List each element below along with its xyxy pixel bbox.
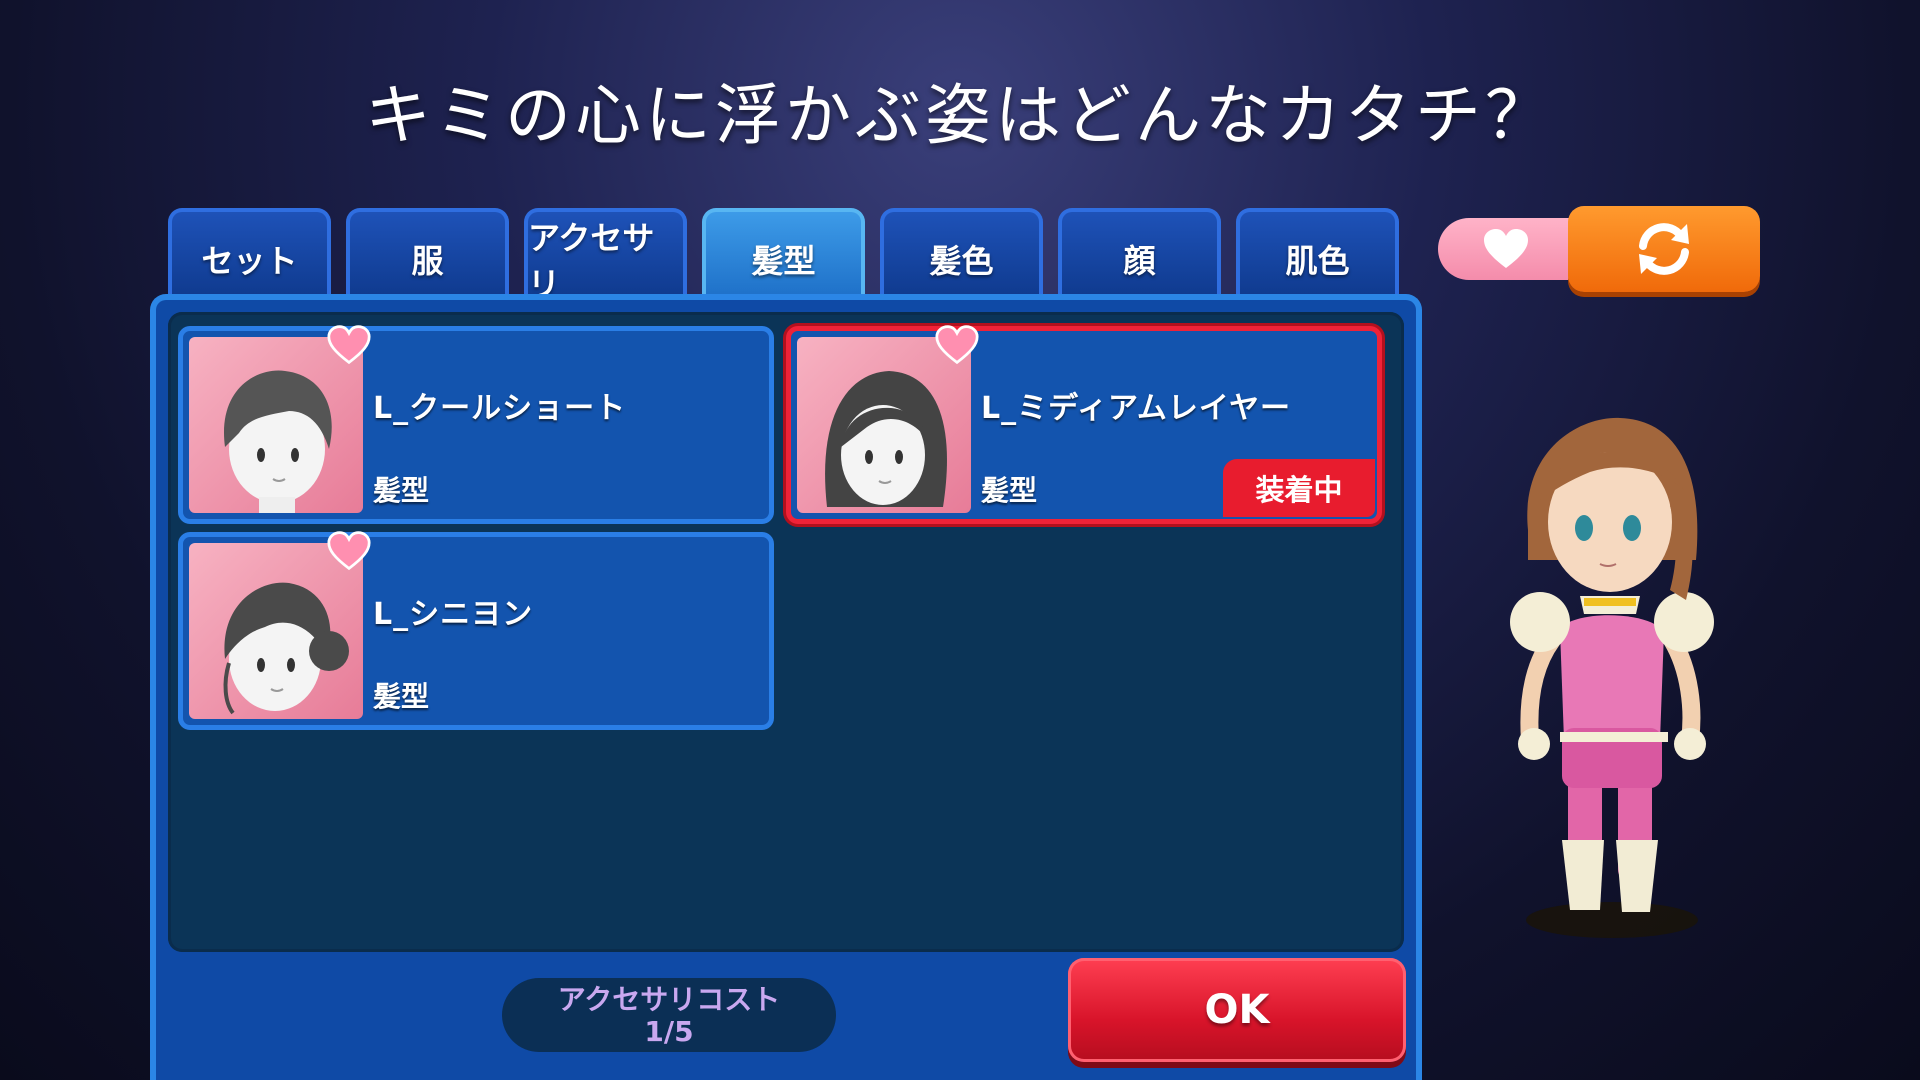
refresh-icon: [1639, 223, 1689, 275]
list-item[interactable]: L_クールショート 髪型: [178, 325, 774, 524]
tab-skin-color[interactable]: 肌色: [1236, 208, 1399, 298]
item-list: L_クールショート 髪型 L_ミディアムレイヤー 髪型 装着中 L_シニヨン 髪…: [168, 312, 1404, 952]
favorite-heart-icon[interactable]: [327, 325, 371, 365]
equipped-badge: 装着中: [1223, 459, 1375, 517]
tab-clothes[interactable]: 服: [346, 208, 509, 298]
item-category: 髪型: [373, 680, 430, 713]
item-category: 髪型: [373, 474, 430, 507]
accessory-cost-value: 1/5: [644, 1015, 694, 1048]
heart-icon: [1484, 229, 1528, 268]
item-name: L_シニヨン: [373, 597, 534, 632]
page-title: キミの心に浮かぶ姿はどんなカタチ？: [365, 77, 1555, 154]
favorite-heart-icon[interactable]: [327, 531, 371, 571]
list-item[interactable]: L_シニヨン 髪型: [178, 531, 774, 730]
accessory-cost: アクセサリコスト 1/5: [502, 978, 836, 1052]
tab-hairstyle[interactable]: 髪型: [702, 208, 865, 298]
tab-face[interactable]: 顔: [1058, 208, 1221, 298]
ok-button[interactable]: OK: [1068, 958, 1406, 1062]
tab-hair-color[interactable]: 髪色: [880, 208, 1043, 298]
accessory-cost-label: アクセサリコスト: [557, 983, 781, 1016]
tab-accessory[interactable]: アクセサリ: [524, 208, 687, 303]
item-category: 髪型: [981, 474, 1038, 507]
favorite-heart-icon[interactable]: [935, 325, 979, 365]
item-name: L_クールショート: [373, 391, 627, 426]
item-name: L_ミディアムレイヤー: [981, 391, 1292, 426]
tab-set[interactable]: セット: [168, 208, 331, 298]
avatar-preview[interactable]: [1500, 410, 1740, 950]
item-panel: L_クールショート 髪型 L_ミディアムレイヤー 髪型 装着中 L_シニヨン 髪…: [150, 294, 1422, 1080]
refresh-button[interactable]: [1568, 206, 1760, 292]
list-item[interactable]: L_ミディアムレイヤー 髪型 装着中: [786, 325, 1382, 524]
